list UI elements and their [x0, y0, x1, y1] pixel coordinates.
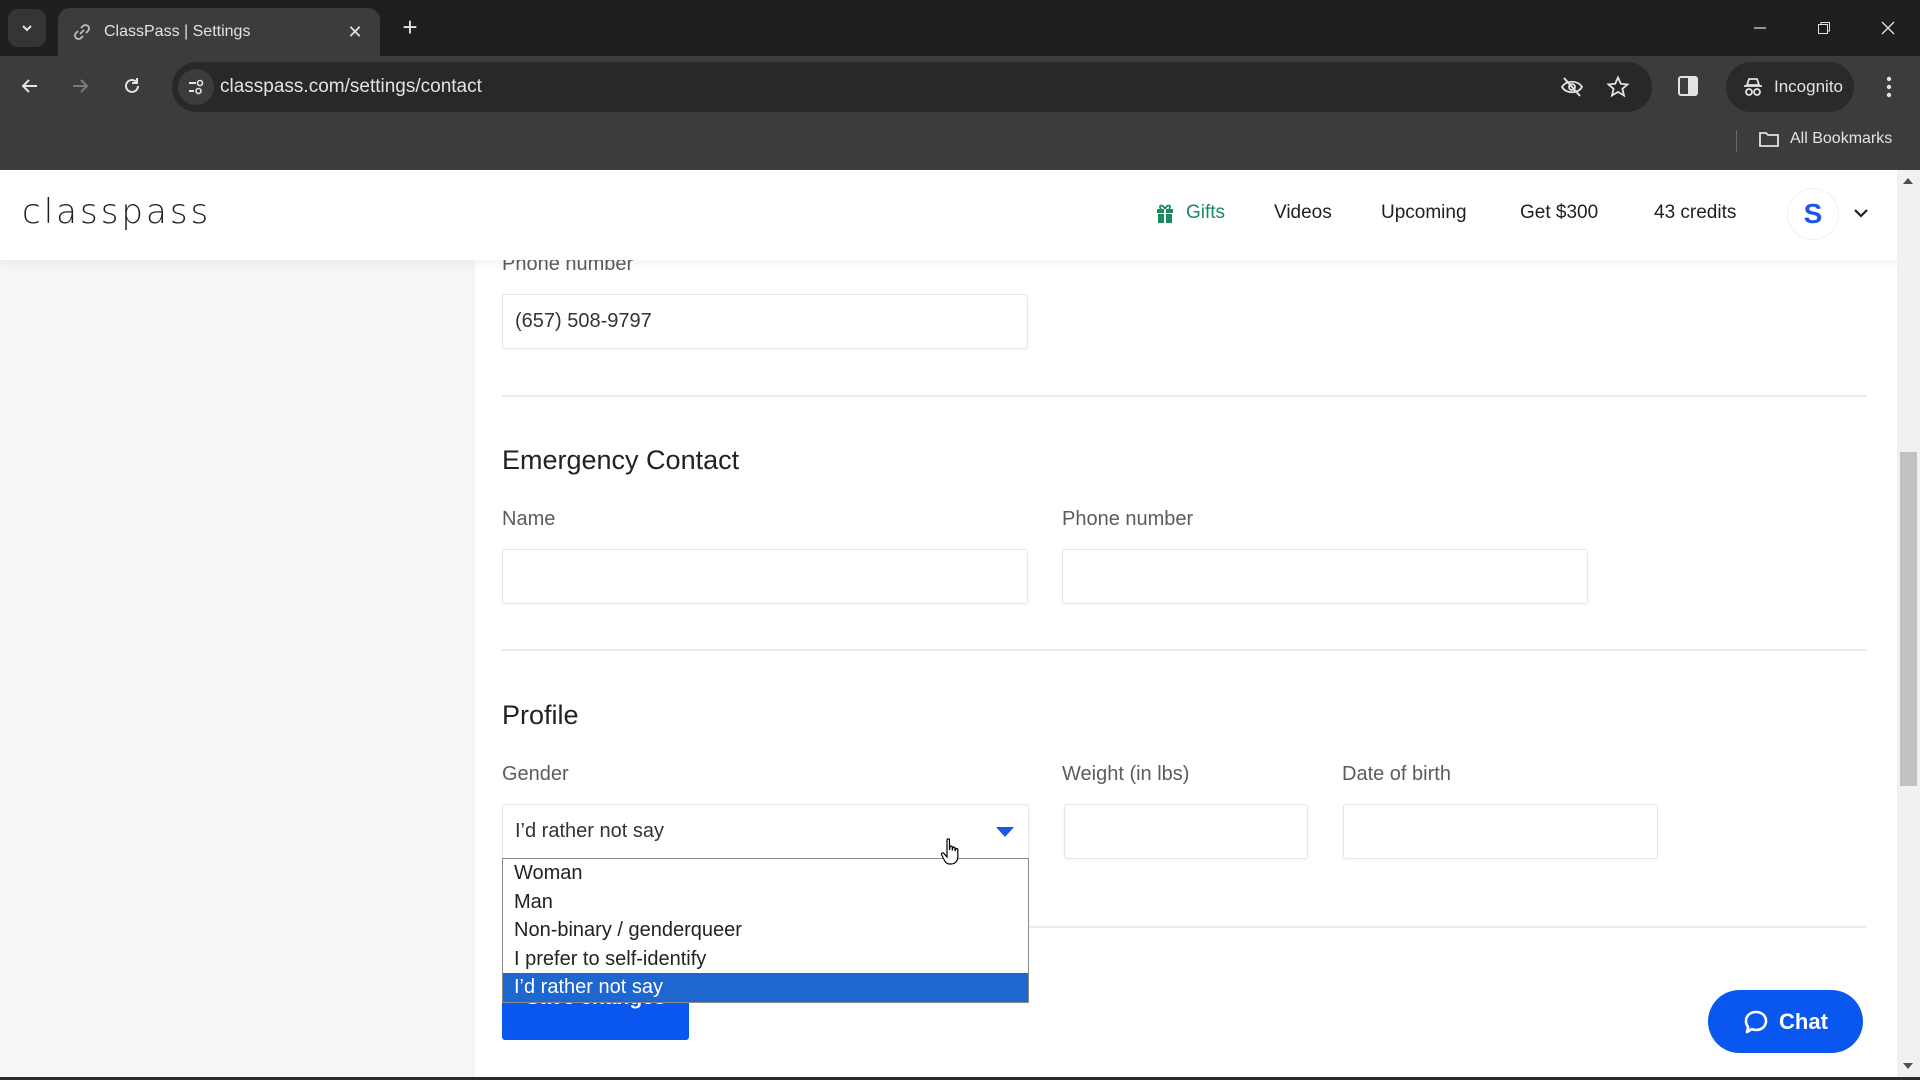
settings-sidebar [0, 260, 475, 1077]
close-tab-icon[interactable]: ✕ [344, 22, 366, 43]
page-viewport: classpass Gifts Videos Upcoming Get $300… [0, 170, 1920, 1077]
dob-label: Date of birth [1342, 763, 1451, 785]
nav-gifts-label: Gifts [1186, 202, 1226, 223]
incognito-label: Incognito [1774, 77, 1843, 96]
gender-label: Gender [502, 763, 569, 785]
folder-icon [1759, 132, 1779, 147]
back-button[interactable] [12, 68, 48, 104]
settings-content: Phone number (657) 508-9797 Emergency Co… [475, 170, 1897, 1077]
classpass-logo[interactable]: classpass [22, 192, 211, 232]
emergency-name-input[interactable] [502, 549, 1028, 604]
tab-search-button[interactable] [8, 9, 46, 47]
reload-icon [125, 78, 139, 93]
side-panel-icon[interactable] [1674, 72, 1702, 100]
all-bookmarks-label: All Bookmarks [1790, 130, 1893, 147]
browser-menu-icon[interactable] [1876, 72, 1902, 102]
restore-icon[interactable] [1804, 10, 1844, 46]
tab-title: ClassPass | Settings [104, 23, 251, 40]
account-menu-chevron-icon[interactable] [1850, 202, 1872, 224]
arrow-left-icon [21, 79, 37, 93]
nav-credits-link[interactable]: 43 credits [1654, 202, 1736, 224]
dropdown-arrow-icon [996, 827, 1014, 837]
gender-option-rather-not-say[interactable]: I’d rather not say [503, 973, 1028, 1002]
bookmarks-bar: All Bookmarks [0, 118, 1920, 170]
nav-gifts-link[interactable]: Gifts [1156, 202, 1225, 224]
forward-button[interactable] [62, 68, 98, 104]
scroll-up-arrow-icon[interactable] [1903, 178, 1913, 184]
new-tab-button[interactable]: + [396, 14, 424, 42]
arrow-right-icon [73, 79, 89, 93]
chat-label: Chat [1779, 1008, 1828, 1034]
phone-input[interactable]: (657) 508-9797 [502, 294, 1028, 349]
site-info-button[interactable] [178, 69, 214, 105]
scroll-down-arrow-icon[interactable] [1903, 1063, 1913, 1069]
gender-option-nonbinary[interactable]: Non-binary / genderqueer [503, 916, 1028, 945]
browser-tab-active[interactable]: ClassPass | Settings ✕ [58, 8, 380, 56]
all-bookmarks-button[interactable]: All Bookmarks [1758, 124, 1892, 154]
emergency-contact-title: Emergency Contact [502, 445, 740, 475]
eye-off-icon[interactable] [1560, 75, 1584, 99]
emergency-phone-input[interactable] [1062, 549, 1588, 604]
bookmarks-separator [1736, 130, 1737, 152]
gender-options-list: Woman Man Non-binary / genderqueer I pre… [502, 858, 1029, 1003]
nav-upcoming-link[interactable]: Upcoming [1381, 202, 1467, 224]
gift-icon [1157, 204, 1173, 223]
nav-videos-link[interactable]: Videos [1274, 202, 1332, 224]
tune-icon [189, 79, 204, 95]
minimize-icon[interactable] [1740, 10, 1780, 46]
emergency-phone-label: Phone number [1062, 508, 1194, 530]
profile-title: Profile [502, 700, 579, 730]
chat-bubble-icon [1744, 1010, 1768, 1033]
link-icon [72, 22, 92, 42]
scrollbar-thumb[interactable] [1900, 452, 1917, 786]
star-icon[interactable] [1606, 75, 1630, 99]
gender-select-value: I’d rather not say [515, 820, 664, 842]
browser-toolbar: classpass.com/settings/contact Incognito [0, 56, 1920, 118]
section-divider [502, 649, 1867, 651]
hand-pointer-cursor-icon [940, 838, 962, 871]
user-avatar[interactable]: S [1788, 189, 1838, 239]
address-bar[interactable]: classpass.com/settings/contact [172, 62, 1652, 112]
section-divider [502, 395, 1867, 397]
reload-button[interactable] [114, 68, 150, 104]
gender-option-man[interactable]: Man [503, 888, 1028, 917]
page-scrollbar[interactable] [1897, 170, 1920, 1077]
weight-input[interactable] [1064, 804, 1308, 859]
incognito-icon [1744, 78, 1762, 96]
nav-referral-link[interactable]: Get $300 [1520, 202, 1598, 224]
browser-tab-strip: ClassPass | Settings ✕ + [0, 0, 1920, 56]
dob-input[interactable] [1343, 804, 1658, 859]
weight-label: Weight (in lbs) [1062, 763, 1190, 785]
url-text[interactable]: classpass.com/settings/contact [220, 76, 482, 98]
emergency-name-label: Name [502, 508, 556, 530]
gender-option-self-identify[interactable]: I prefer to self-identify [503, 945, 1028, 974]
chevron-down-icon [22, 25, 32, 32]
close-window-icon[interactable] [1868, 10, 1908, 46]
chat-button[interactable]: Chat [1708, 990, 1863, 1053]
site-header: classpass Gifts Videos Upcoming Get $300… [0, 170, 1897, 260]
incognito-badge[interactable]: Incognito [1726, 62, 1854, 112]
